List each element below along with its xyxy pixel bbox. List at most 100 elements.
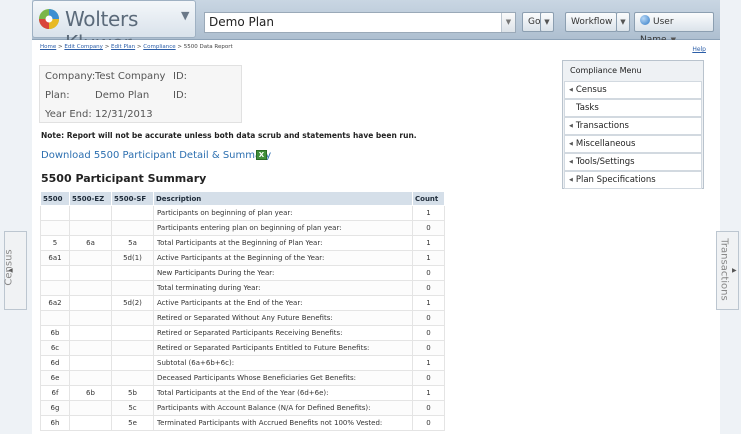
main-panel: Home > Edit Company > Edit Plan > Compli… — [32, 40, 720, 434]
cell-count: 1 — [412, 295, 445, 311]
compliance-menu: Compliance Menu ◀ Census Tasks ◀ Transaction… — [562, 60, 704, 189]
compliance-menu-item-miscellaneous[interactable]: ◀ Miscellaneous — [564, 135, 702, 153]
compliance-menu-item-transactions[interactable]: ◀ Transactions — [564, 117, 702, 135]
year-end-value: 12/31/2013 — [95, 109, 153, 120]
column-header-count: Count — [412, 191, 445, 206]
cell-count: 0 — [412, 400, 445, 416]
workflow-dropdown-chevron-icon[interactable]: ▼ — [616, 12, 630, 32]
table-header-row: 5500 5500-EZ 5500-SF Description Count — [40, 191, 445, 206]
cell-description: Total Participants at the Beginning of P… — [153, 235, 413, 251]
table-row: New Participants During the Year: 0 — [40, 265, 445, 281]
section-title: 5500 Participant Summary — [41, 172, 207, 185]
excel-icon[interactable]: X — [256, 150, 267, 160]
download-participant-link[interactable]: Download 5500 Participant Detail & Summa… — [41, 150, 271, 161]
cell-description: Retired or Separated Without Any Future … — [153, 310, 413, 326]
cell-5500-ez — [69, 310, 112, 326]
compliance-menu-item-tasks[interactable]: Tasks — [564, 99, 702, 117]
user-globe-icon — [640, 15, 650, 25]
chevron-down-icon[interactable]: ▼ — [501, 13, 515, 32]
cell-5500-sf — [111, 205, 154, 221]
breadcrumb-home[interactable]: Home — [40, 44, 56, 50]
breadcrumb-separator: > — [58, 44, 63, 50]
participant-summary-table: 5500 5500-EZ 5500-SF Description Count P… — [40, 191, 445, 431]
cell-count: 0 — [412, 370, 445, 386]
transactions-side-tab[interactable]: Transactions ▶ — [716, 231, 739, 310]
plan-select-value: Demo Plan — [209, 15, 274, 29]
plan-select[interactable]: Demo Plan ▼ — [204, 12, 516, 33]
cell-description: Participants with Account Balance (N/A f… — [153, 400, 413, 416]
breadcrumb-edit-company[interactable]: Edit Company — [64, 44, 103, 50]
compliance-menu-title: Compliance Menu — [570, 66, 642, 75]
table-row: Retired or Separated Without Any Future … — [40, 310, 445, 326]
go-dropdown-chevron-icon[interactable]: ▼ — [540, 12, 554, 32]
compliance-menu-item-census[interactable]: ◀ Census — [564, 81, 702, 99]
cell-count: 0 — [412, 265, 445, 281]
cell-5500-sf: 5a — [111, 235, 154, 251]
wolters-kluwer-logo-icon — [39, 9, 59, 29]
compliance-menu-item-label: Plan Specifications — [575, 175, 656, 185]
breadcrumb-edit-plan[interactable]: Edit Plan — [111, 44, 135, 50]
cell-5500-ez — [69, 295, 112, 311]
census-side-tab[interactable]: ◀ Census — [4, 231, 27, 310]
table-row: 5 6a 5a Total Participants at the Beginning… — [40, 235, 445, 251]
column-header-description: Description — [153, 191, 413, 206]
triangle-right-icon: ▶ — [732, 267, 737, 274]
cell-description: Total Participants at the End of the Yea… — [153, 385, 413, 401]
compliance-menu-item-tools-settings[interactable]: ◀ Tools/Settings — [564, 153, 702, 171]
company-id-label: ID: — [173, 71, 188, 82]
cell-5500-sf: 5d(1) — [111, 250, 154, 266]
column-header-5500: 5500 — [40, 191, 70, 206]
cell-5500-sf: 5c — [111, 400, 154, 416]
cell-description: Retired or Separated Participants Entitl… — [153, 340, 413, 356]
cell-count: 0 — [412, 310, 445, 326]
breadcrumb-compliance[interactable]: Compliance — [143, 44, 175, 50]
table-row: 6b Retired or Separated Participants Rece… — [40, 325, 445, 341]
cell-5500-ez — [69, 400, 112, 416]
compliance-menu-item-label: Census — [575, 85, 607, 95]
cell-5500: 6f — [40, 385, 70, 401]
cell-description: Terminated Participants with Accrued Ben… — [153, 415, 413, 431]
cell-description: Active Participants at the Beginning of … — [153, 250, 413, 266]
cell-5500-ez: 6a — [69, 235, 112, 251]
table-row: 6c Retired or Separated Participants Enti… — [40, 340, 445, 356]
user-menu-button[interactable]: User Name▼ — [634, 12, 714, 45]
workflow-button[interactable]: Workflow — [565, 12, 617, 32]
cell-count: 0 — [412, 220, 445, 236]
brand-menu[interactable]: Wolters Kluwer ▼ — [32, 0, 196, 55]
cell-5500-ez — [69, 370, 112, 386]
compliance-menu-item-label: Tools/Settings — [575, 157, 635, 167]
triangle-left-icon: ◀ — [569, 177, 573, 183]
cell-description: Participants on beginning of plan year: — [153, 205, 413, 221]
plan-info-box: Company: Test Company ID: Plan: Demo Pla… — [39, 65, 242, 123]
cell-5500-ez — [69, 280, 112, 296]
column-header-5500-sf: 5500-SF — [111, 191, 154, 206]
cell-5500-ez: 6b — [69, 385, 112, 401]
cell-5500-sf — [111, 265, 154, 281]
cell-description: Deceased Participants Whose Beneficiarie… — [153, 370, 413, 386]
cell-5500-sf: 5b — [111, 385, 154, 401]
cell-5500-sf: 5d(2) — [111, 295, 154, 311]
cell-5500 — [40, 280, 70, 296]
cell-5500-sf — [111, 370, 154, 386]
help-link[interactable]: Help — [692, 46, 706, 53]
table-row: 6g 5c Participants with Account Balance (N… — [40, 400, 445, 416]
compliance-menu-item-label: Miscellaneous — [575, 139, 636, 149]
cell-description: Retired or Separated Participants Receiv… — [153, 325, 413, 341]
top-bar: Wolters Kluwer ▼ Demo Plan ▼ Go ▼ Workfl… — [32, 0, 720, 55]
compliance-menu-item-plan-specifications[interactable]: ◀ Plan Specifications — [564, 171, 702, 189]
cell-5500-sf — [111, 280, 154, 296]
cell-5500-ez — [69, 415, 112, 431]
census-side-tab-label: Census — [3, 249, 15, 286]
table-row: 6h 5e Terminated Participants with Accrued… — [40, 415, 445, 431]
cell-count: 0 — [412, 415, 445, 431]
cell-count: 0 — [412, 325, 445, 341]
cell-5500-ez — [69, 220, 112, 236]
cell-5500-ez — [69, 205, 112, 221]
triangle-left-icon: ◀ — [569, 87, 573, 93]
cell-count: 1 — [412, 385, 445, 401]
cell-5500: 6c — [40, 340, 70, 356]
table-row: 6e Deceased Participants Whose Beneficiar… — [40, 370, 445, 386]
plan-id-label: ID: — [173, 90, 188, 101]
cell-5500: 6e — [40, 370, 70, 386]
table-row: Participants entering plan on beginning … — [40, 220, 445, 236]
